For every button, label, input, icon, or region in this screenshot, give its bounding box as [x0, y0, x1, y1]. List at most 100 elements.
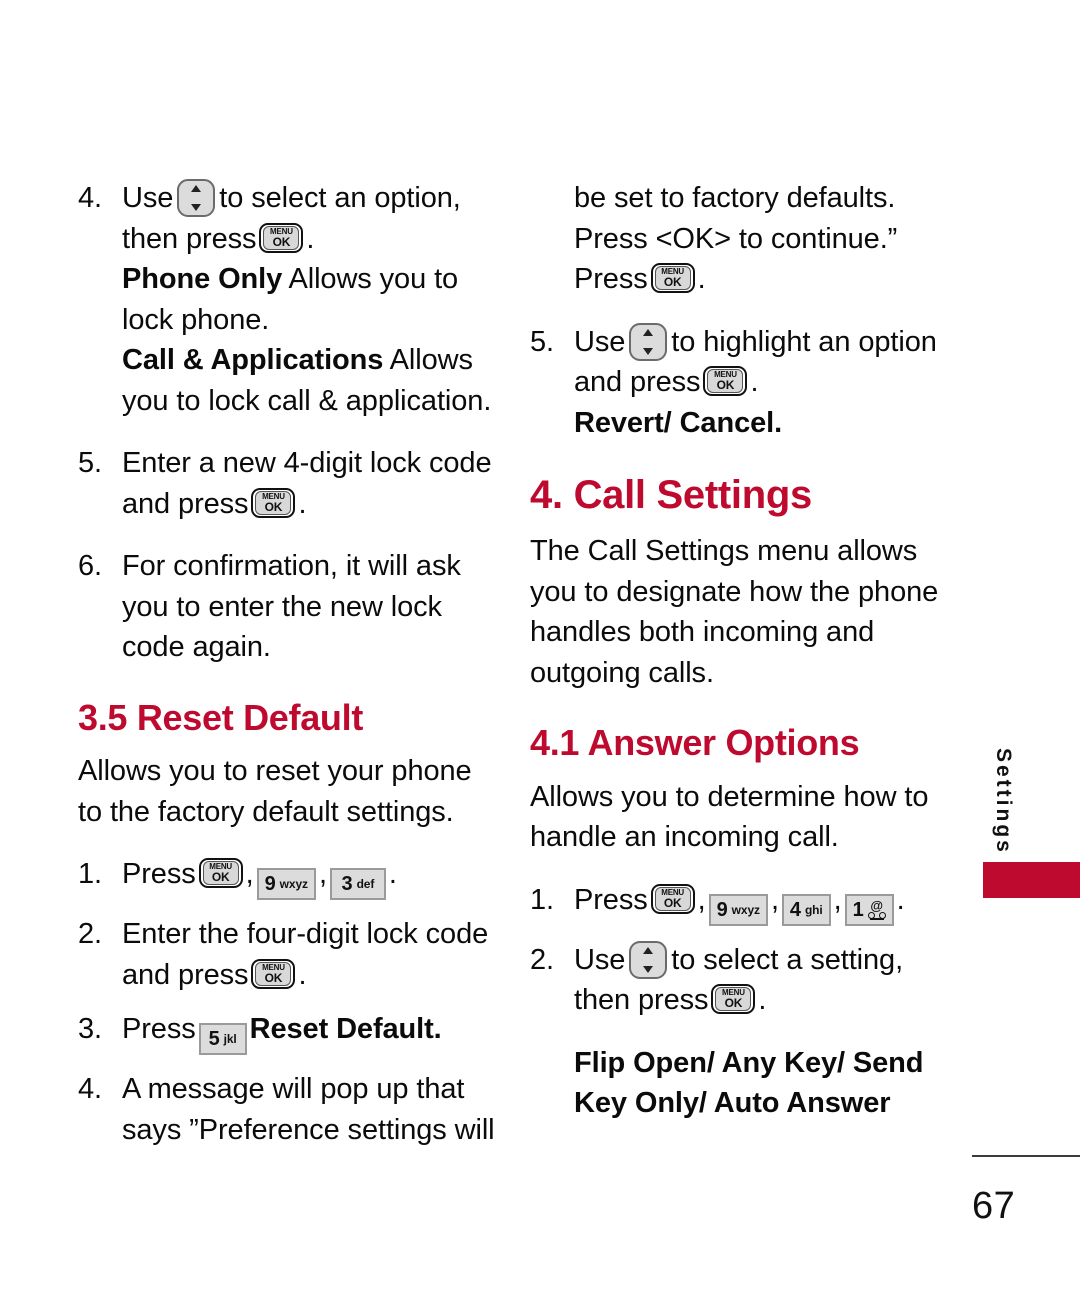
reset-step-1: 1. Press MENU OK, 9 wxyz, 3 def.: [78, 854, 498, 901]
answer-step-2: 2. Use to select a setting, then press MENU…: [530, 940, 950, 1021]
step-number: 5.: [78, 447, 102, 479]
keypad-key-5-icon: 5 jkl: [198, 1023, 247, 1056]
comma: ,: [245, 858, 254, 891]
step-text: to select an option,: [219, 182, 461, 214]
navigation-up-down-key-icon: [177, 179, 216, 217]
section-heading-reset-default: 3.5 Reset Default: [78, 696, 364, 738]
step-text: .: [758, 984, 767, 1017]
key-digit: 5: [208, 1028, 220, 1051]
step-text: Use: [574, 325, 626, 358]
keypad-key-3-icon: 3 def: [329, 868, 386, 901]
revert-cancel-options: Revert/ Cancel.: [574, 406, 783, 439]
step-text: .: [388, 858, 397, 891]
step-text: Press: [122, 858, 196, 891]
section-heading-answer-options: 4.1 Answer Options: [530, 722, 860, 763]
ok-label: OK: [663, 895, 682, 910]
key-letters: jkl: [223, 1032, 237, 1047]
side-tab-bar: [983, 862, 1080, 898]
triangle-up-icon: [643, 328, 654, 336]
ok-label: OK: [724, 996, 743, 1011]
message-line-1: be set to factory defaults.: [574, 182, 896, 214]
step-text: Press: [122, 1013, 196, 1046]
message-line-3: Press: [574, 263, 648, 295]
key-digit: 1: [852, 898, 864, 921]
comma: ,: [770, 883, 779, 916]
tape-bar-icon: [869, 918, 884, 920]
section-heading-call-settings: 4. Call Settings: [530, 473, 812, 517]
triangle-up-icon: [643, 946, 654, 954]
step-text: then press: [122, 222, 257, 255]
key-digit: 3: [341, 873, 353, 896]
reset-step-4: 4. A message will pop up that says ”Prefe…: [78, 1069, 498, 1150]
menu-ok-key-icon: MENU OK: [259, 222, 304, 253]
step-text: Enter a new 4-digit lock code and press: [122, 447, 492, 520]
menu-ok-key-icon: MENU OK: [703, 366, 748, 396]
comma: ,: [697, 883, 706, 916]
key-digit: 9: [264, 873, 276, 896]
step-text: .: [298, 958, 307, 991]
message-line-4: .: [697, 263, 706, 295]
menu-ok-inner: MENU OK: [707, 369, 744, 393]
menu-ok-inner: MENU OK: [654, 886, 691, 911]
option-label: Phone Only: [122, 263, 283, 295]
step-text: A message will pop up that says ”Prefere…: [122, 1073, 495, 1146]
page-number: 67: [972, 1185, 1016, 1227]
ok-label: OK: [716, 378, 735, 392]
menu-ok-inner: MENU OK: [715, 987, 752, 1012]
step-text: .: [896, 883, 905, 916]
message-line-2: Press <OK> to continue.”: [574, 222, 898, 255]
step-number: 4.: [78, 1073, 102, 1106]
menu-ok-inner: MENU OK: [654, 266, 691, 290]
step-number: 3.: [78, 1013, 102, 1046]
triangle-up-icon: [191, 185, 202, 192]
at-symbol-icon: @: [870, 897, 883, 913]
voicemail-icon: @: [867, 897, 886, 920]
navigation-up-down-key-icon: [629, 940, 668, 979]
menu-ok-key-icon: MENU OK: [251, 487, 296, 518]
ok-label: OK: [264, 499, 283, 514]
reset-step-2: 2. Enter the four-digit lock code and pre…: [78, 914, 498, 995]
step-number: 2.: [530, 943, 554, 976]
menu-ok-inner: MENU OK: [255, 490, 292, 515]
step-text: .: [750, 366, 759, 398]
continued-message-text: be set to factory defaults. Press <OK> t…: [530, 178, 950, 300]
comma: ,: [833, 883, 842, 916]
comma: ,: [318, 858, 327, 891]
step-text: to highlight an: [671, 325, 851, 358]
footer-divider: [972, 1155, 1080, 1157]
key-letters: def: [356, 877, 375, 892]
ok-label: OK: [264, 970, 283, 985]
right-step-5: 5. Use to highlight an option and press MEN…: [530, 322, 950, 403]
left-option-call-applications: Call & Applications Allows you to lock c…: [78, 340, 498, 421]
side-tab-label: Settings: [992, 748, 1015, 855]
key-digit: 4: [789, 898, 801, 921]
step-text: to select a setting,: [671, 943, 904, 976]
menu-ok-key-icon: MENU OK: [650, 883, 695, 914]
ok-label: OK: [272, 234, 291, 249]
step-number: 1.: [78, 858, 102, 891]
step-text: then press: [574, 984, 709, 1017]
menu-ok-key-icon: MENU OK: [650, 263, 695, 293]
menu-ok-key-icon: MENU OK: [711, 984, 756, 1015]
answer-options-intro: Allows you to determine how to handle an…: [530, 780, 929, 854]
answer-options-list: Flip Open/ Any Key/ Send Key Only/ Auto …: [574, 1046, 924, 1120]
step-text: Press: [574, 883, 648, 916]
left-step-4: 4. Use to select an option, then press MENU…: [78, 178, 498, 259]
step-text: Use: [122, 182, 174, 214]
triangle-down-icon: [643, 347, 654, 355]
left-step-6: 6. For confirmation, it will ask you to e…: [78, 546, 498, 668]
triangle-down-icon: [191, 204, 202, 211]
left-option-phone-only: Phone Only Allows you to lock phone.: [78, 259, 498, 340]
triangle-down-icon: [643, 965, 654, 973]
